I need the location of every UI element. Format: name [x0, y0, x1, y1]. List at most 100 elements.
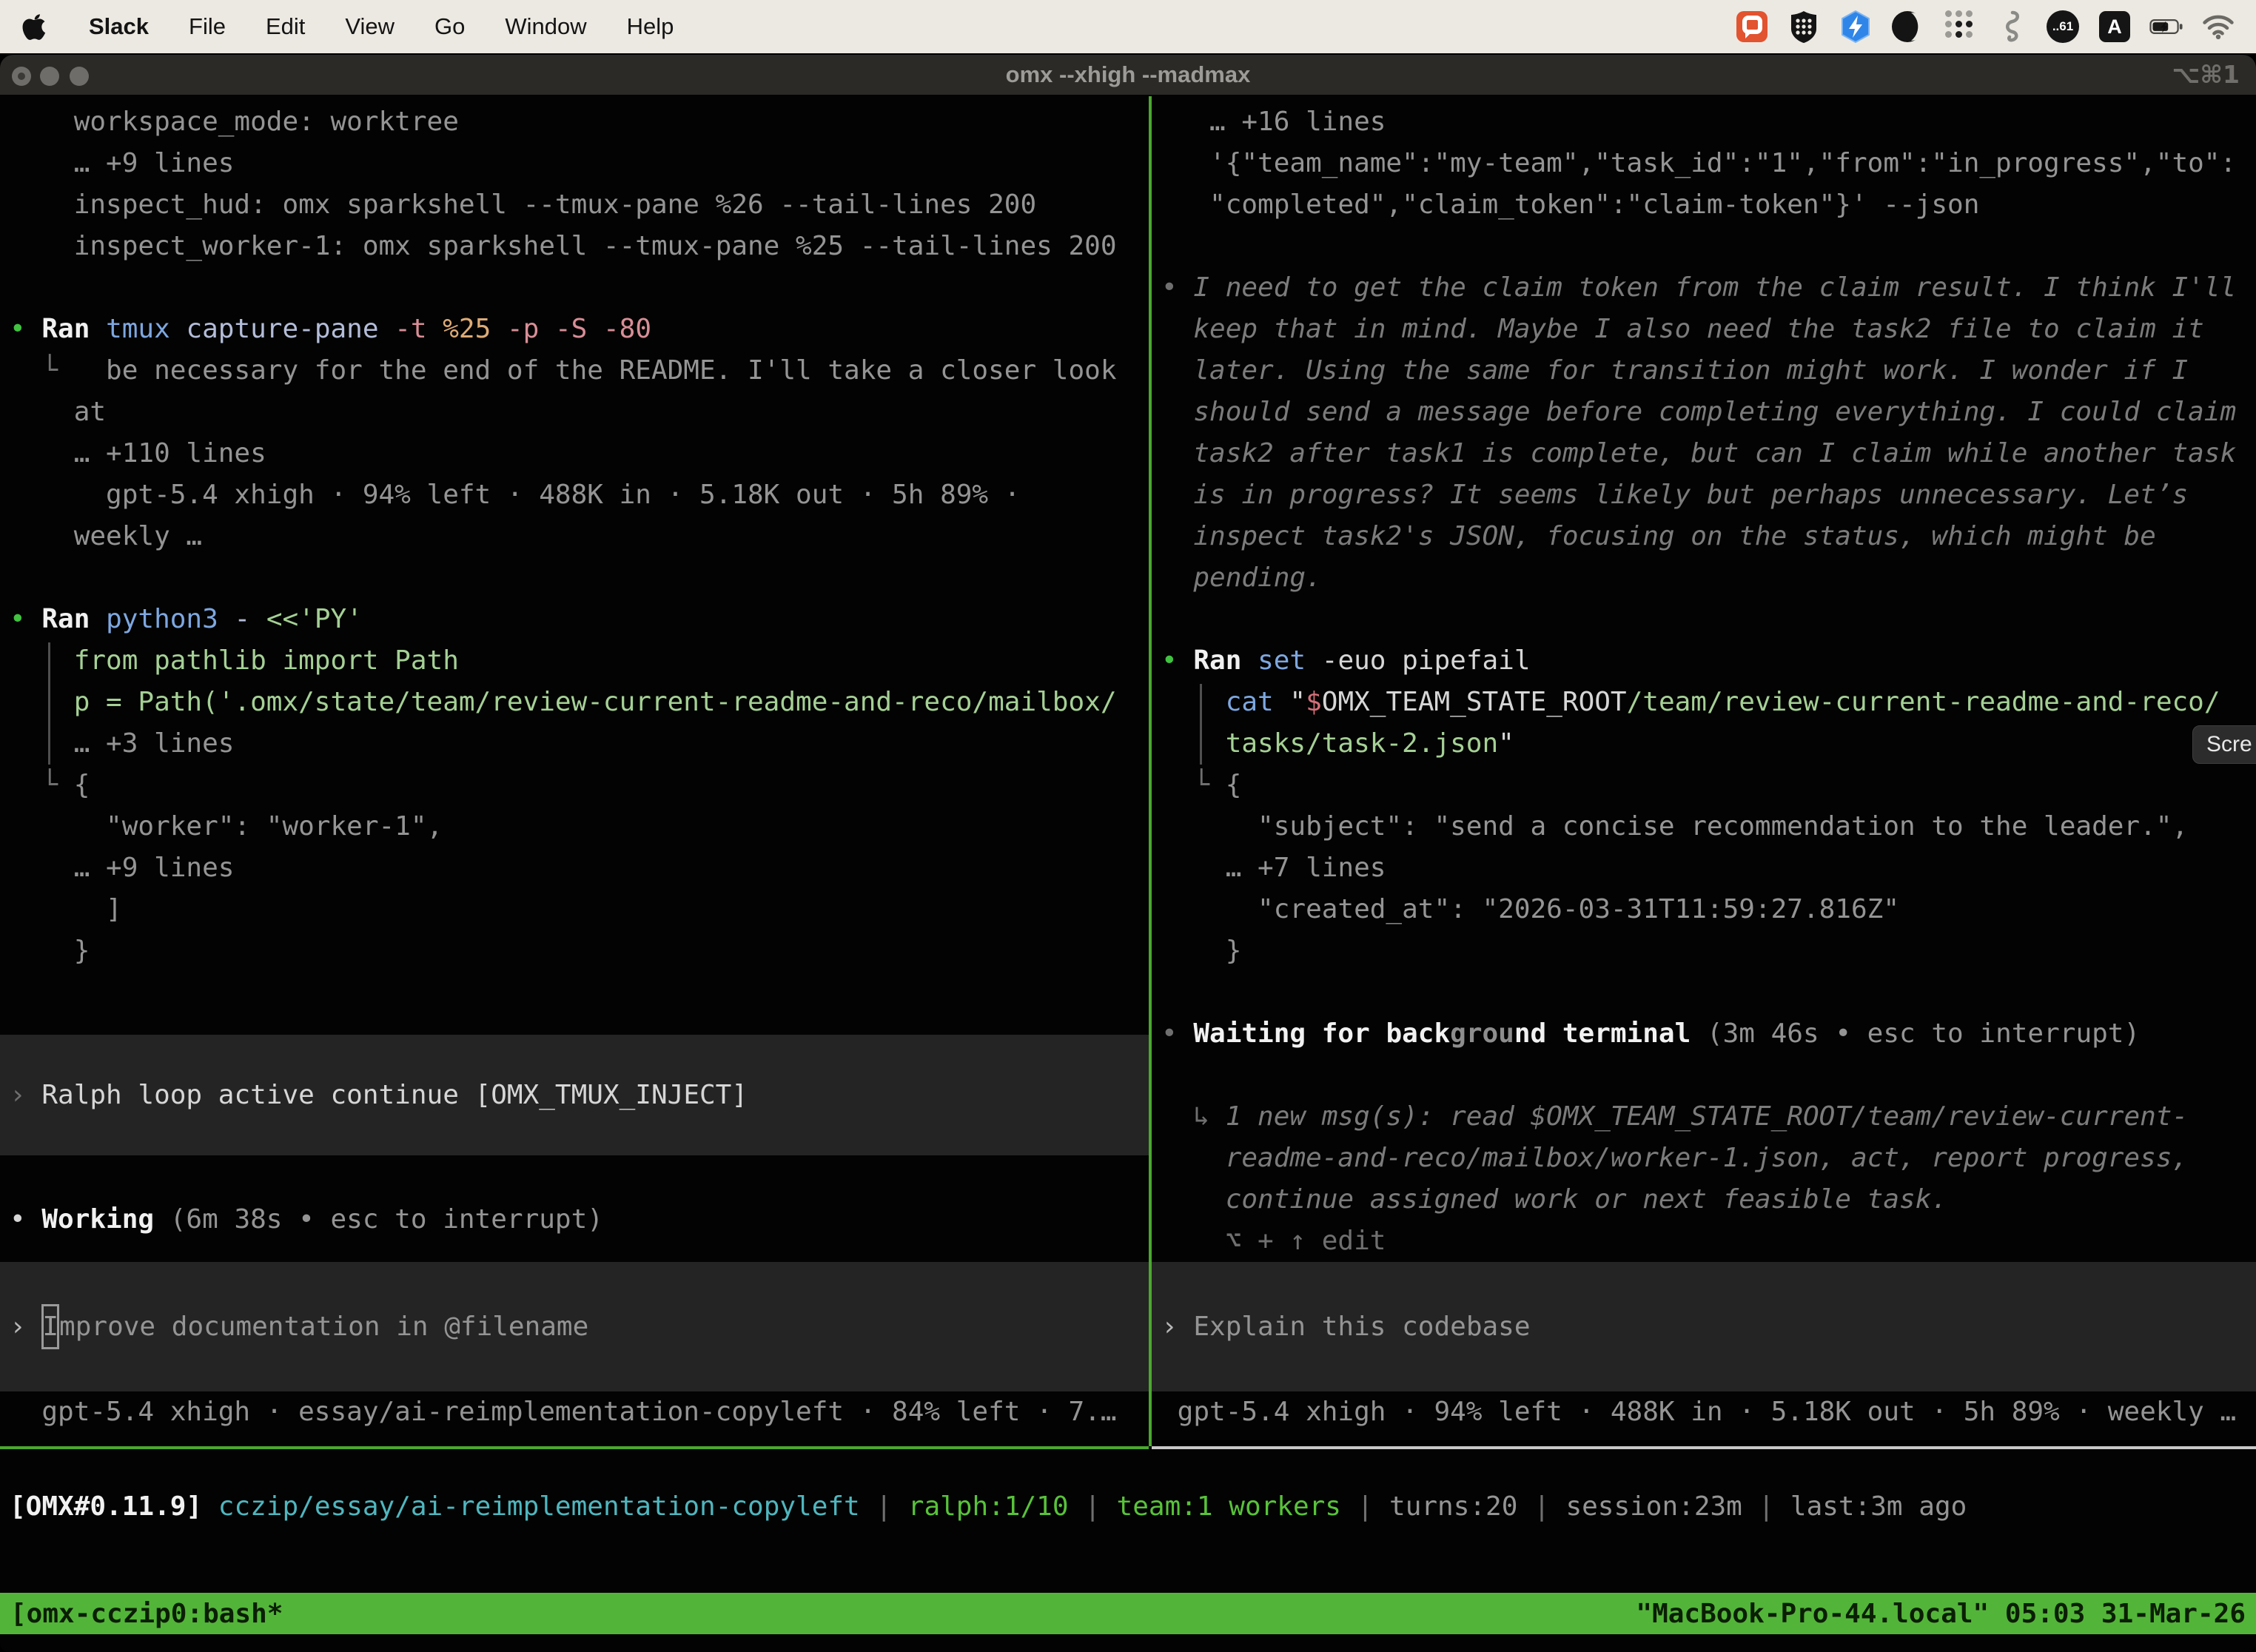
wifi-icon[interactable] — [2201, 10, 2235, 44]
text-segment: set — [1258, 645, 1322, 676]
terminal-window: omx --xhigh --madmax ⌥⌘1 workspace_mode:… — [0, 55, 2256, 1652]
text-segment: … +16 lines — [1161, 107, 1386, 137]
text-segment: " — [1289, 687, 1306, 717]
apple-menu-icon[interactable] — [21, 10, 49, 43]
text-segment: -t — [395, 314, 443, 344]
text-segment: Ralph loop active continue [OMX_TMUX_INJ… — [41, 1080, 748, 1110]
menu-item-view[interactable]: View — [345, 13, 395, 40]
text-segment: } — [10, 936, 90, 966]
terminal-line: "worker": "worker-1", — [10, 806, 1147, 847]
left-prompt-input[interactable]: › Improve documentation in @filename — [0, 1262, 1149, 1391]
text-segment: … +9 lines — [10, 148, 234, 178]
terminal-line — [1161, 599, 2256, 640]
text-segment: • — [10, 604, 41, 634]
text-segment: ↳ — [1161, 1101, 1226, 1132]
menu-item-file[interactable]: File — [189, 13, 226, 40]
text-segment: • — [1161, 272, 1193, 303]
terminal-line: is in progress? It seems likely but perh… — [1161, 474, 2256, 516]
text-segment: OMX_TEAM_STATE_ROOT — [1322, 687, 1627, 717]
menu-item-edit[interactable]: Edit — [266, 13, 305, 40]
screenshot-tooltip: Scre — [2192, 725, 2256, 764]
text-segment: '{"team_name":"my-team","task_id":"1","f… — [1161, 148, 2236, 178]
text-segment: ] — [10, 894, 122, 924]
text-segment: cat — [1226, 687, 1290, 717]
menu-item-go[interactable]: Go — [434, 13, 465, 40]
terminal-line: • I need to get the claim token from the… — [1161, 267, 2256, 309]
text-segment: weekly … — [10, 521, 202, 551]
text-segment: { — [74, 770, 90, 800]
menubar-status-icons: ..61 A — [1735, 10, 2235, 44]
text-segment: • — [10, 1204, 41, 1235]
text-segment: session:23m — [1565, 1491, 1742, 1522]
terminal-line: workspace_mode: worktree — [10, 101, 1147, 143]
text-segment: turns:20 — [1389, 1491, 1517, 1522]
terminal-line: } — [10, 930, 1147, 972]
menu-item-slack[interactable]: Slack — [89, 13, 149, 40]
text-segment: | — [1069, 1491, 1117, 1522]
terminal-line: … +16 lines — [1161, 101, 2256, 143]
text-segment: pending. — [1161, 563, 1322, 593]
badge-61-icon[interactable]: ..61 — [2046, 10, 2080, 44]
terminal-line: • Ran set -euo pipefail — [1161, 640, 2256, 682]
menu-item-help[interactable]: Help — [627, 13, 674, 40]
pane-divider[interactable] — [1149, 96, 1152, 1446]
text-segment: -p -S -80 — [507, 314, 651, 344]
terminal-line: … +3 lines — [10, 723, 1147, 765]
a-icon[interactable]: A — [2098, 10, 2132, 44]
terminal-line: ↳ 1 new msg(s): read $OMX_TEAM_STATE_ROO… — [1161, 1096, 2256, 1138]
terminal-line: … +7 lines — [1161, 847, 2256, 889]
text-segment: ⌥ + ↑ edit — [1161, 1226, 1386, 1256]
text-segment: Waiting for back — [1193, 1018, 1450, 1049]
text-segment: | — [1742, 1491, 1790, 1522]
left-pane-scrollback: workspace_mode: worktree … +9 lines insp… — [10, 101, 1147, 972]
chat-icon[interactable] — [1735, 10, 1769, 44]
text-segment: " — [1498, 728, 1514, 759]
badge-61-label: ..61 — [2047, 10, 2079, 43]
menu-item-window[interactable]: Window — [505, 13, 586, 40]
text-segment: grou — [1450, 1018, 1514, 1049]
text-segment — [1161, 687, 1226, 717]
left-pane-statusline: gpt-5.4 xhigh · essay/ai-reimplementatio… — [10, 1391, 1147, 1433]
text-segment — [202, 1491, 218, 1522]
text-segment: › — [1161, 1312, 1193, 1342]
text-segment: continue assigned work or next feasible … — [1161, 1184, 1947, 1215]
terminal-line: gpt-5.4 xhigh · 94% left · 488K in · 5.1… — [10, 474, 1147, 516]
squiggle-icon[interactable] — [1994, 10, 2028, 44]
terminal-line — [1161, 972, 2256, 1013]
terminal-line: inspect_worker-1: omx sparkshell --tmux-… — [10, 226, 1147, 267]
text-segment: /team/review-current-readme-and-reco/ — [1627, 687, 2220, 717]
window-title: omx --xhigh --madmax — [0, 55, 2256, 95]
terminal-line: inspect_hud: omx sparkshell --tmux-pane … — [10, 184, 1147, 226]
terminal-line: task2 after task1 is complete, but can I… — [1161, 433, 2256, 474]
dots-grid-icon[interactable] — [1942, 10, 1976, 44]
text-segment: I — [41, 1304, 59, 1349]
terminal-line: … +110 lines — [10, 433, 1147, 474]
terminal-line: └ be necessary for the end of the README… — [10, 350, 1147, 392]
text-segment: { — [1226, 770, 1242, 800]
ralph-loop-banner: › Ralph loop active continue [OMX_TMUX_I… — [0, 1035, 1149, 1155]
terminal-line: ] — [10, 889, 1147, 930]
right-prompt-input[interactable]: › Explain this codebase — [1152, 1262, 2256, 1391]
text-segment: inspect_worker-1: omx sparkshell --tmux-… — [10, 231, 1117, 261]
text-segment: python3 — [106, 604, 234, 634]
window-shortcut-badge: ⌥⌘1 — [2172, 55, 2240, 95]
battery-icon[interactable] — [2149, 10, 2183, 44]
terminal-line: └ { — [10, 765, 1147, 806]
text-segment: task2 after task1 is complete, but can I… — [1161, 438, 2236, 469]
hexagon-bolt-icon[interactable] — [1839, 10, 1873, 44]
terminal-line: at — [10, 392, 1147, 433]
shield-grid-icon[interactable] — [1787, 10, 1821, 44]
text-segment: readme-and-reco/mailbox/worker-1.json, a… — [1161, 1143, 2188, 1173]
text-segment: • — [10, 314, 41, 344]
text-segment: "subject": "send a concise recommendatio… — [1161, 811, 2188, 842]
text-segment: } — [1161, 936, 1241, 966]
text-segment: [OMX#0.11.9] — [10, 1491, 202, 1522]
text-segment: be necessary for the end of the README. … — [106, 355, 1116, 386]
text-segment: tmux — [106, 314, 186, 344]
window-titlebar[interactable]: omx --xhigh --madmax ⌥⌘1 — [0, 55, 2256, 95]
text-segment: Ran — [41, 314, 106, 344]
right-pane-border — [1152, 1446, 2256, 1449]
text-segment: Ran — [41, 604, 106, 634]
terminal-line: • Ran tmux capture-pane -t %25 -p -S -80 — [10, 309, 1147, 350]
crescent-icon[interactable] — [1890, 10, 1924, 44]
